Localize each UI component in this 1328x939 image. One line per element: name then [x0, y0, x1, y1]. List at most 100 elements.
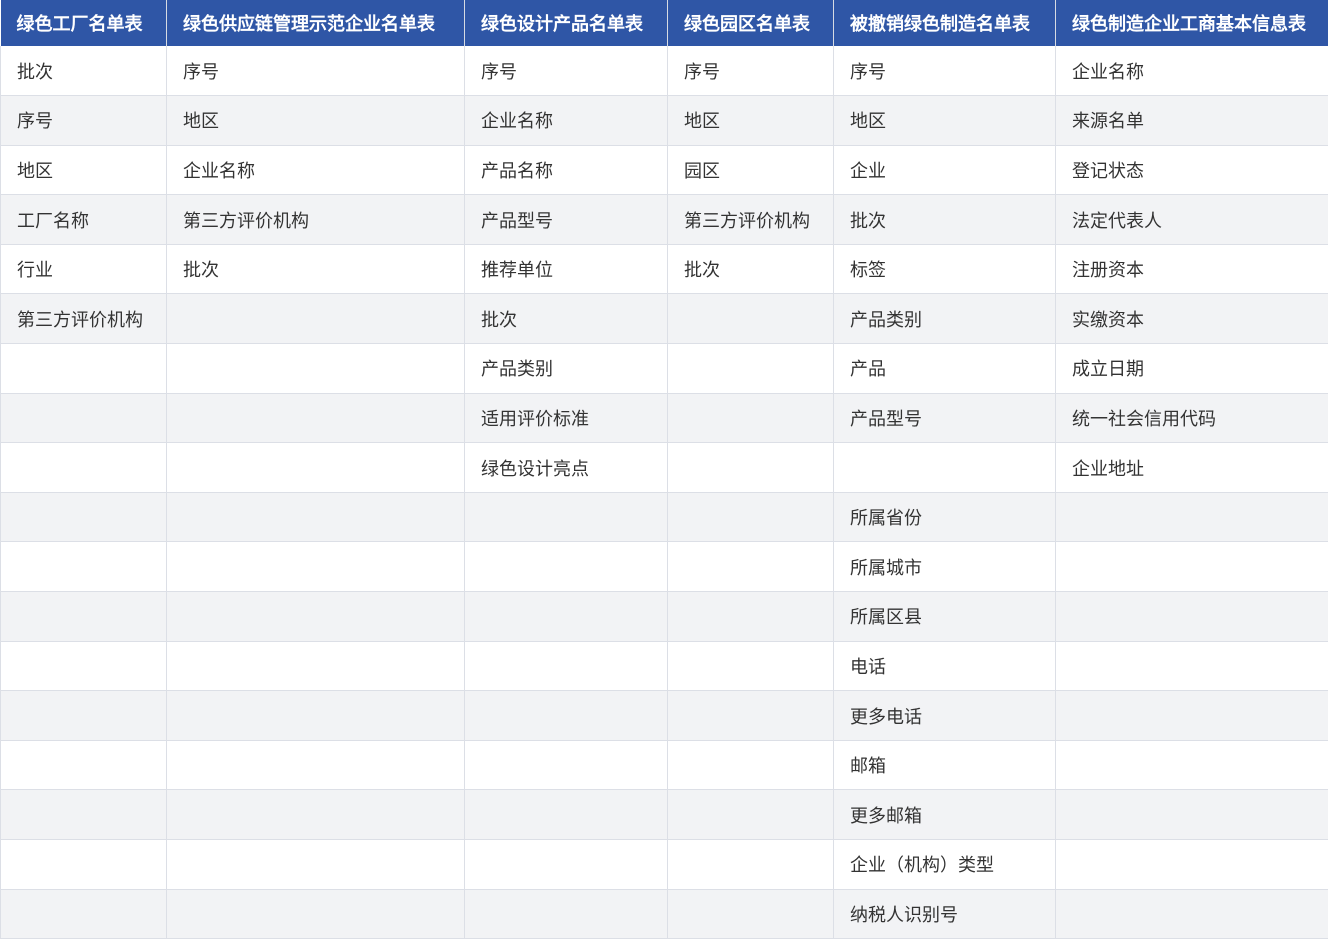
table-row: 更多电话 — [1, 691, 1328, 741]
column-header-green-design-product: 绿色设计产品名单表 — [465, 0, 668, 46]
table-cell-green-supply-chain-field — [167, 790, 465, 840]
table-cell-green-supply-chain-field: 企业名称 — [167, 145, 465, 195]
table-row: 企业（机构）类型 — [1, 840, 1328, 890]
table-cell-revoked-list-field: 所属省份 — [834, 492, 1056, 542]
table-cell-green-park-field: 批次 — [668, 244, 834, 294]
table-cell-revoked-list-field: 标签 — [834, 244, 1056, 294]
table-cell-green-supply-chain-field: 第三方评价机构 — [167, 195, 465, 245]
table-header: 绿色工厂名单表 绿色供应链管理示范企业名单表 绿色设计产品名单表 绿色园区名单表… — [1, 0, 1328, 46]
table-cell-green-supply-chain-field — [167, 294, 465, 344]
table-cell-green-factory-field: 序号 — [1, 96, 167, 146]
table-cell-green-park-field — [668, 592, 834, 642]
table-row: 地区企业名称产品名称园区企业登记状态 — [1, 145, 1328, 195]
table-cell-green-design-product-field: 产品型号 — [465, 195, 668, 245]
table-cell-business-info-field — [1056, 840, 1328, 890]
table-cell-green-supply-chain-field — [167, 592, 465, 642]
table-cell-green-factory-field — [1, 492, 167, 542]
table-cell-business-info-field: 企业地址 — [1056, 443, 1328, 493]
column-header-green-supply-chain: 绿色供应链管理示范企业名单表 — [167, 0, 465, 46]
table-cell-green-park-field — [668, 889, 834, 939]
table-cell-green-supply-chain-field — [167, 740, 465, 790]
table-body: 批次序号序号序号序号企业名称序号地区企业名称地区地区来源名单地区企业名称产品名称… — [1, 46, 1328, 939]
table-cell-business-info-field: 企业名称 — [1056, 46, 1328, 96]
table-cell-green-supply-chain-field: 地区 — [167, 96, 465, 146]
table-cell-business-info-field — [1056, 542, 1328, 592]
table-cell-revoked-list-field: 纳税人识别号 — [834, 889, 1056, 939]
table-cell-business-info-field: 成立日期 — [1056, 344, 1328, 394]
table-cell-green-factory-field — [1, 740, 167, 790]
table-cell-green-design-product-field: 绿色设计亮点 — [465, 443, 668, 493]
table-cell-revoked-list-field — [834, 443, 1056, 493]
list-fields-table: 绿色工厂名单表 绿色供应链管理示范企业名单表 绿色设计产品名单表 绿色园区名单表… — [0, 0, 1328, 939]
table-cell-green-factory-field — [1, 443, 167, 493]
table-cell-green-park-field — [668, 393, 834, 443]
table-cell-green-design-product-field: 批次 — [465, 294, 668, 344]
table-cell-green-design-product-field — [465, 542, 668, 592]
table-cell-business-info-field — [1056, 592, 1328, 642]
table-cell-green-design-product-field: 推荐单位 — [465, 244, 668, 294]
table-cell-business-info-field: 法定代表人 — [1056, 195, 1328, 245]
table-row: 产品类别产品成立日期 — [1, 344, 1328, 394]
header-row: 绿色工厂名单表 绿色供应链管理示范企业名单表 绿色设计产品名单表 绿色园区名单表… — [1, 0, 1328, 46]
table-cell-green-park-field — [668, 294, 834, 344]
table-cell-green-supply-chain-field: 批次 — [167, 244, 465, 294]
table-cell-green-park-field — [668, 542, 834, 592]
table-cell-green-park-field — [668, 443, 834, 493]
table-cell-green-factory-field — [1, 691, 167, 741]
table-cell-green-factory-field — [1, 840, 167, 890]
table-cell-green-supply-chain-field: 序号 — [167, 46, 465, 96]
table-cell-revoked-list-field: 企业 — [834, 145, 1056, 195]
table-cell-green-design-product-field: 序号 — [465, 46, 668, 96]
table-cell-green-factory-field: 地区 — [1, 145, 167, 195]
table-cell-green-factory-field: 第三方评价机构 — [1, 294, 167, 344]
table-cell-green-park-field: 第三方评价机构 — [668, 195, 834, 245]
table-cell-business-info-field: 注册资本 — [1056, 244, 1328, 294]
table-cell-green-supply-chain-field — [167, 889, 465, 939]
table-cell-green-design-product-field — [465, 492, 668, 542]
table-cell-green-supply-chain-field — [167, 641, 465, 691]
table-row: 电话 — [1, 641, 1328, 691]
table-cell-revoked-list-field: 所属区县 — [834, 592, 1056, 642]
table-row: 所属省份 — [1, 492, 1328, 542]
table-cell-green-design-product-field: 适用评价标准 — [465, 393, 668, 443]
table-cell-green-factory-field: 工厂名称 — [1, 195, 167, 245]
table-cell-revoked-list-field: 电话 — [834, 641, 1056, 691]
table-cell-green-supply-chain-field — [167, 542, 465, 592]
table-cell-business-info-field — [1056, 889, 1328, 939]
table-cell-revoked-list-field: 产品类别 — [834, 294, 1056, 344]
table-cell-revoked-list-field: 更多电话 — [834, 691, 1056, 741]
table-cell-revoked-list-field: 更多邮箱 — [834, 790, 1056, 840]
table-cell-revoked-list-field: 企业（机构）类型 — [834, 840, 1056, 890]
table-row: 纳税人识别号 — [1, 889, 1328, 939]
table-row: 工厂名称第三方评价机构产品型号第三方评价机构批次法定代表人 — [1, 195, 1328, 245]
table-cell-green-park-field — [668, 641, 834, 691]
table-row: 第三方评价机构批次产品类别实缴资本 — [1, 294, 1328, 344]
table-cell-green-design-product-field — [465, 641, 668, 691]
table-cell-business-info-field — [1056, 641, 1328, 691]
table-cell-green-factory-field — [1, 344, 167, 394]
table-cell-green-design-product-field — [465, 840, 668, 890]
table-cell-green-park-field — [668, 790, 834, 840]
table-cell-green-design-product-field — [465, 790, 668, 840]
table-row: 行业批次推荐单位批次标签注册资本 — [1, 244, 1328, 294]
table-cell-green-design-product-field — [465, 592, 668, 642]
table-cell-green-design-product-field: 产品类别 — [465, 344, 668, 394]
table-cell-business-info-field: 来源名单 — [1056, 96, 1328, 146]
table-cell-green-park-field: 序号 — [668, 46, 834, 96]
table-cell-green-factory-field — [1, 542, 167, 592]
table-row: 序号地区企业名称地区地区来源名单 — [1, 96, 1328, 146]
table-cell-business-info-field — [1056, 740, 1328, 790]
table-cell-green-park-field — [668, 691, 834, 741]
table-cell-green-supply-chain-field — [167, 691, 465, 741]
table-row: 邮箱 — [1, 740, 1328, 790]
table-cell-green-supply-chain-field — [167, 840, 465, 890]
table-cell-green-design-product-field: 企业名称 — [465, 96, 668, 146]
table-cell-revoked-list-field: 产品型号 — [834, 393, 1056, 443]
table-row: 所属城市 — [1, 542, 1328, 592]
table-row: 更多邮箱 — [1, 790, 1328, 840]
table-cell-revoked-list-field: 批次 — [834, 195, 1056, 245]
table-cell-revoked-list-field: 所属城市 — [834, 542, 1056, 592]
table-cell-green-design-product-field — [465, 889, 668, 939]
table-cell-green-supply-chain-field — [167, 344, 465, 394]
table-row: 绿色设计亮点 企业地址 — [1, 443, 1328, 493]
